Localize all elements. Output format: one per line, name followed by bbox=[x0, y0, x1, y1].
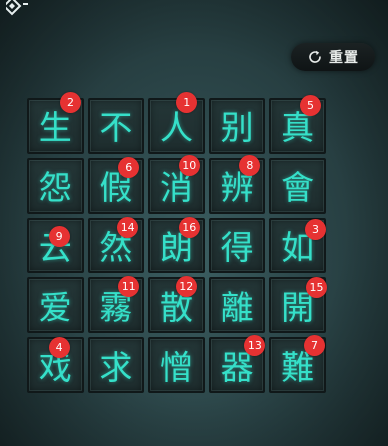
tile-character: 憎 bbox=[159, 347, 193, 387]
grid-tile[interactable]: 2 生 bbox=[27, 92, 84, 154]
order-badge: 5 bbox=[299, 95, 321, 116]
tile-character: 爱 bbox=[38, 287, 72, 327]
order-badge: 3 bbox=[304, 218, 326, 240]
grid-tile[interactable]: 11 霧 bbox=[87, 276, 145, 334]
grid-tile[interactable]: 5 真 bbox=[269, 95, 326, 154]
grid-tile[interactable]: 16 朗 bbox=[148, 216, 205, 274]
tile-character: 不 bbox=[99, 108, 133, 148]
tile-character: 别 bbox=[220, 108, 254, 148]
grid-tile[interactable]: 1 人 bbox=[148, 92, 205, 154]
tile-character: 會 bbox=[281, 168, 315, 208]
diamond-back-icon[interactable] bbox=[2, 0, 34, 20]
order-badge: 2 bbox=[60, 92, 81, 113]
grid-tile[interactable]: 會 bbox=[269, 157, 326, 214]
grid-tile[interactable]: 7 難 bbox=[269, 335, 326, 393]
order-badge: 8 bbox=[239, 154, 261, 176]
refresh-icon bbox=[309, 50, 321, 63]
grid-tile[interactable]: 14 然 bbox=[87, 216, 145, 274]
reset-label: 重置 bbox=[329, 50, 359, 66]
grid-tile[interactable]: 爱 bbox=[27, 277, 84, 334]
order-badge: 9 bbox=[48, 225, 70, 247]
order-badge: 1 bbox=[176, 92, 198, 113]
tile-character: 器 bbox=[220, 347, 254, 387]
order-badge: 15 bbox=[305, 277, 327, 299]
tile-character: 求 bbox=[99, 347, 133, 387]
tile-character: 怨 bbox=[38, 168, 72, 208]
grid-tile[interactable]: 4 戏 bbox=[27, 337, 84, 393]
grid-tile[interactable]: 15 開 bbox=[269, 277, 327, 334]
reset-button[interactable]: 重置 bbox=[281, 43, 381, 71]
order-badge: 12 bbox=[175, 276, 197, 298]
tile-character: 人 bbox=[159, 108, 193, 148]
grid-tile[interactable]: 得 bbox=[208, 217, 266, 274]
order-badge: 13 bbox=[244, 335, 266, 357]
grid-tile[interactable]: 10 消 bbox=[148, 154, 205, 214]
grid-tile[interactable]: 不 bbox=[87, 98, 145, 154]
order-badge: 14 bbox=[117, 216, 139, 238]
grid-tile[interactable]: 9 云 bbox=[27, 217, 84, 274]
tile-character: 難 bbox=[281, 347, 315, 387]
character-grid: 2 生 不 1 人 别 5 真 怨 6 假 10 消 8 辨 會 9 云 14 … bbox=[27, 92, 330, 397]
grid-tile[interactable]: 8 辨 bbox=[208, 154, 266, 214]
grid-tile[interactable]: 離 bbox=[208, 277, 266, 334]
order-badge: 11 bbox=[118, 276, 140, 298]
order-badge: 7 bbox=[303, 335, 325, 357]
tile-character: 得 bbox=[220, 227, 254, 267]
order-badge: 10 bbox=[178, 154, 200, 176]
tile-character: 離 bbox=[220, 287, 254, 327]
tile-character: 真 bbox=[281, 108, 315, 148]
order-badge: 16 bbox=[178, 216, 200, 238]
grid-tile[interactable]: 别 bbox=[208, 98, 266, 154]
grid-tile[interactable]: 求 bbox=[87, 337, 145, 393]
tile-character: 消 bbox=[159, 168, 193, 208]
tile-character: 生 bbox=[38, 108, 72, 148]
grid-tile[interactable]: 12 散 bbox=[148, 276, 205, 334]
grid-tile[interactable]: 3 如 bbox=[269, 217, 326, 274]
grid-tile[interactable]: 6 假 bbox=[87, 156, 145, 214]
grid-tile[interactable]: 13 器 bbox=[208, 335, 266, 393]
grid-tile[interactable]: 憎 bbox=[148, 337, 205, 393]
order-badge: 6 bbox=[118, 156, 140, 178]
game-screen: 重置 2 生 不 1 人 别 5 真 怨 6 假 10 消 8 辨 會 9 云 … bbox=[0, 0, 388, 446]
order-badge: 4 bbox=[48, 337, 70, 359]
grid-tile[interactable]: 怨 bbox=[27, 157, 84, 214]
tile-character: 辨 bbox=[220, 168, 254, 208]
